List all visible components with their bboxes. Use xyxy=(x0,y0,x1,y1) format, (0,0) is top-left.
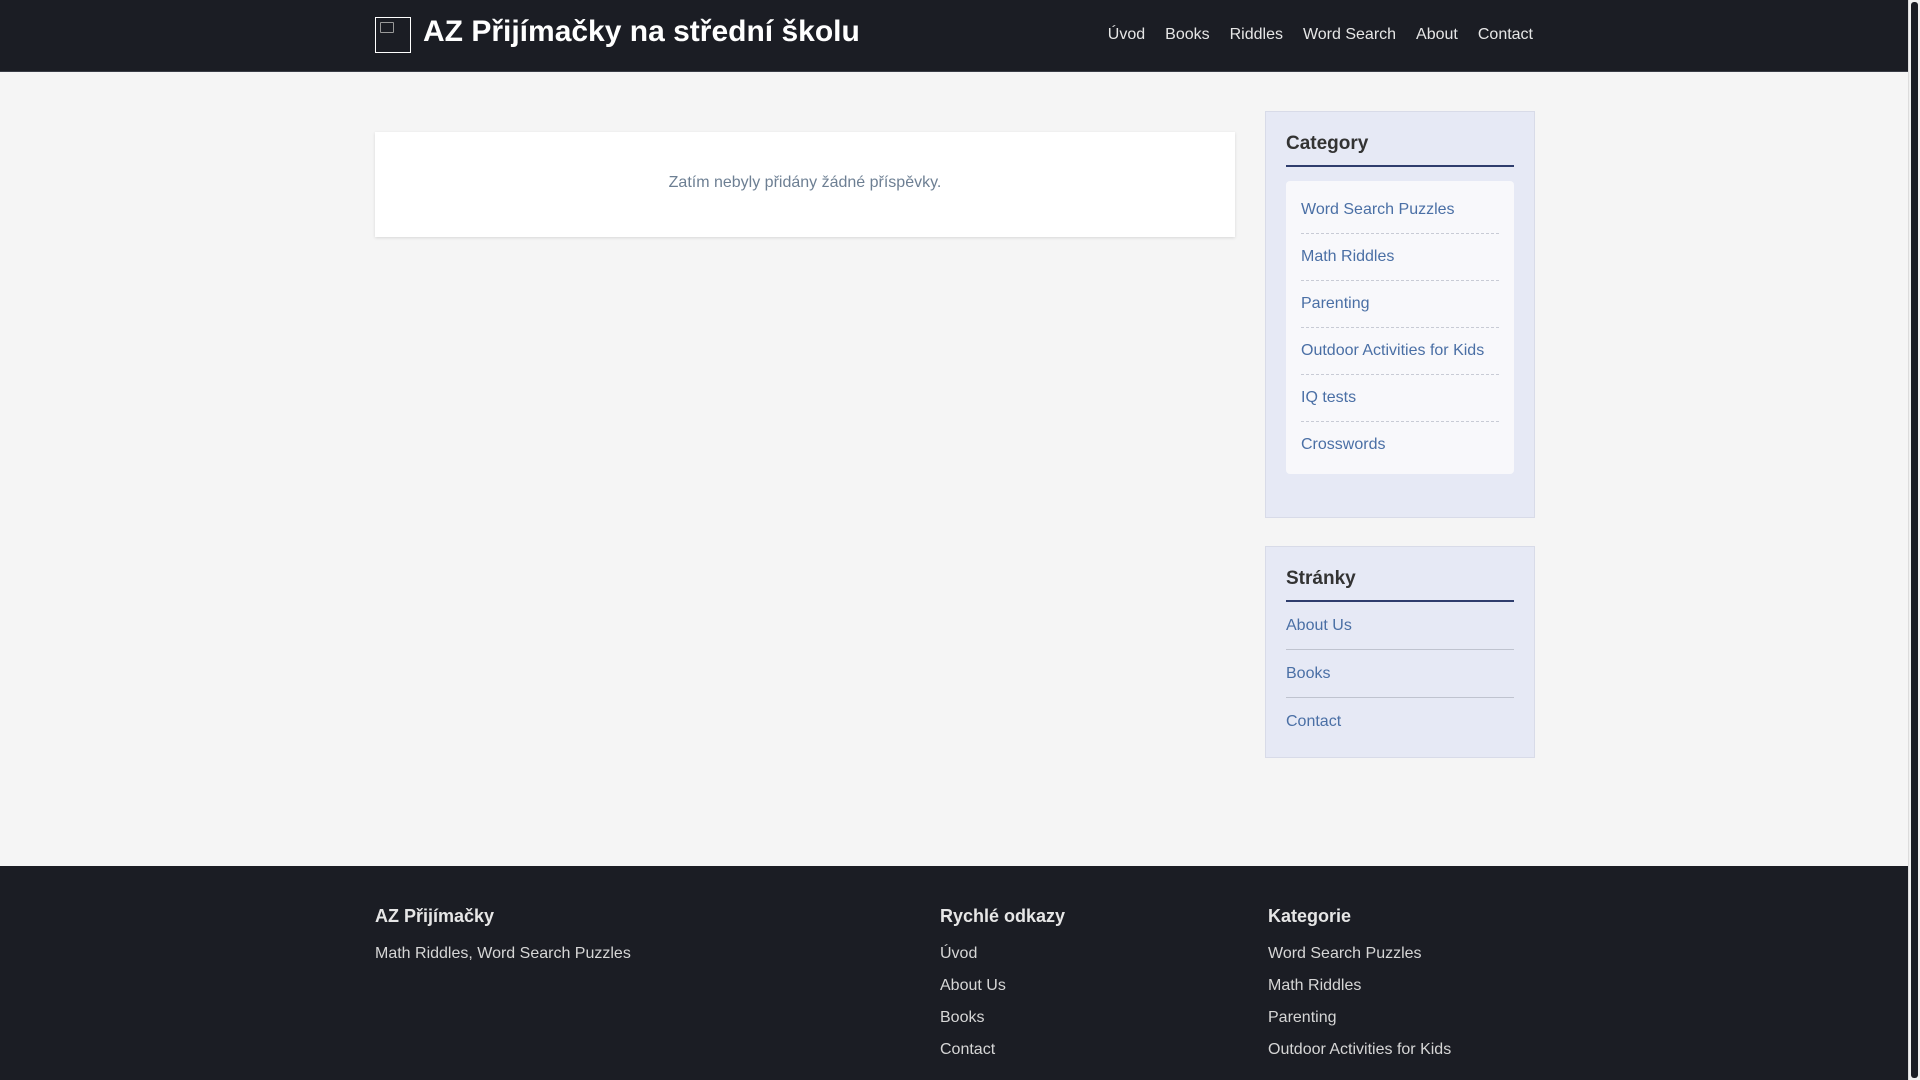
nav-item-word-search[interactable]: Word Search xyxy=(1303,26,1396,44)
footer-category-outdoor-activities[interactable]: Outdoor Activities for Kids xyxy=(1268,1041,1451,1059)
pages-widget-title: Stránky xyxy=(1266,547,1534,602)
footer-category-word-search-puzzles[interactable]: Word Search Puzzles xyxy=(1268,945,1451,963)
category-link-crosswords[interactable]: Crosswords xyxy=(1301,422,1499,468)
footer-category-math-riddles[interactable]: Math Riddles xyxy=(1268,977,1451,995)
footer-link-about-us[interactable]: About Us xyxy=(940,977,1065,995)
category-list: Word Search Puzzles Math Riddles Parenti… xyxy=(1286,181,1514,474)
nav-item-contact[interactable]: Contact xyxy=(1478,26,1533,44)
page-scrollbar[interactable] xyxy=(1908,0,1920,1080)
nav-item-riddles[interactable]: Riddles xyxy=(1230,26,1283,44)
page-link-books[interactable]: Books xyxy=(1286,650,1514,698)
footer-link-books[interactable]: Books xyxy=(940,1009,1065,1027)
scrollbar-thumb[interactable] xyxy=(1911,2,1918,1078)
category-link-iq-tests[interactable]: IQ tests xyxy=(1301,375,1499,422)
footer-about-title: AZ Přijímačky xyxy=(375,906,495,926)
footer-categories: Kategorie Word Search Puzzles Math Riddl… xyxy=(1268,906,1451,1073)
nav-item-books[interactable]: Books xyxy=(1165,26,1209,44)
page-link-contact[interactable]: Contact xyxy=(1286,698,1514,745)
nav-item-uvod[interactable]: Úvod xyxy=(1108,26,1145,44)
category-widget: Category Word Search Puzzles Math Riddle… xyxy=(1265,111,1535,518)
footer-about-text: Math Riddles, Word Search Puzzles xyxy=(375,945,631,962)
page-link-about-us[interactable]: About Us xyxy=(1286,602,1514,650)
footer-categories-title: Kategorie xyxy=(1268,906,1352,926)
category-link-outdoor-activities[interactable]: Outdoor Activities for Kids xyxy=(1301,328,1499,375)
category-link-math-riddles[interactable]: Math Riddles xyxy=(1301,234,1499,281)
posts-empty-card: Zatím nebyly přidány žádné příspěvky. xyxy=(375,132,1235,237)
footer-link-contact[interactable]: Contact xyxy=(940,1041,1065,1059)
footer-category-parenting[interactable]: Parenting xyxy=(1268,1009,1451,1027)
footer-about: AZ Přijímačky Math Riddles, Word Search … xyxy=(375,906,631,963)
pages-list: About Us Books Contact xyxy=(1286,602,1514,745)
footer-quick-links-title: Rychlé odkazy xyxy=(940,906,1066,926)
category-widget-title: Category xyxy=(1266,112,1534,167)
footer-link-uvod[interactable]: Úvod xyxy=(940,945,1065,963)
nav-item-about[interactable]: About xyxy=(1416,26,1458,44)
category-link-word-search-puzzles[interactable]: Word Search Puzzles xyxy=(1301,187,1499,234)
pages-widget: Stránky About Us Books Contact xyxy=(1265,546,1535,758)
category-link-parenting[interactable]: Parenting xyxy=(1301,281,1499,328)
site-title[interactable]: AZ Přijímačky na střední školu xyxy=(423,15,860,49)
empty-posts-message: Zatím nebyly přidány žádné příspěvky. xyxy=(668,174,942,191)
footer-quick-links: Rychlé odkazy Úvod About Us Books Contac… xyxy=(940,906,1065,1073)
site-footer: AZ Přijímačky Math Riddles, Word Search … xyxy=(0,866,1909,1080)
site-header: AZ Přijímačky na střední školu Úvod Book… xyxy=(0,0,1909,72)
logo-image[interactable] xyxy=(375,17,411,53)
main-nav: Úvod Books Riddles Word Search About Con… xyxy=(1108,26,1533,44)
